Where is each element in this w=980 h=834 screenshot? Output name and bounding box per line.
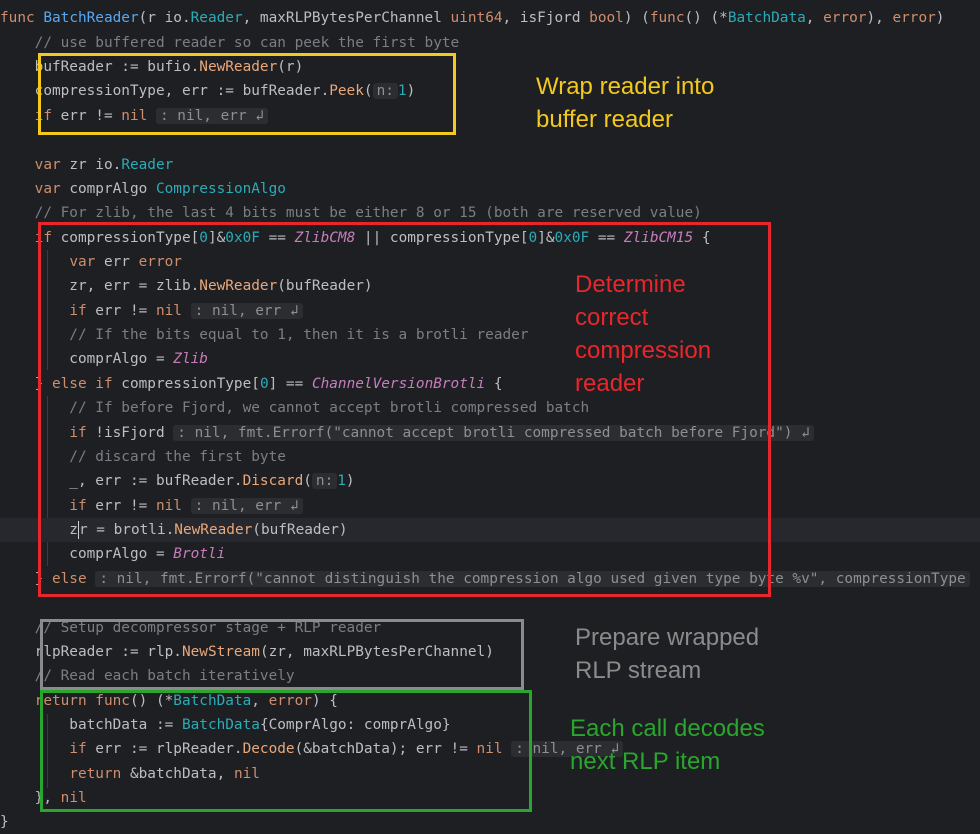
annotation-gray: Prepare wrapped RLP stream	[575, 624, 760, 684]
code-line: var comprAlgo CompressionAlgo	[34, 181, 286, 197]
code-line: func BatchReader(r io.Reader, maxRLPByte…	[0, 10, 945, 26]
yellow-highlight-box	[38, 53, 456, 135]
annotation-yellow: Wrap reader into buffer reader	[536, 73, 715, 133]
gray-highlight-box	[40, 619, 524, 690]
annotation-red: Determine correct compression reader	[575, 271, 712, 397]
code-line: }	[0, 814, 9, 830]
code-line: // use buffered reader so can peek the f…	[0, 35, 460, 51]
annotation-green: Each call decodes next RLP item	[570, 715, 765, 775]
green-highlight-box	[40, 690, 532, 812]
code-line: var zr io.Reader	[34, 157, 174, 173]
